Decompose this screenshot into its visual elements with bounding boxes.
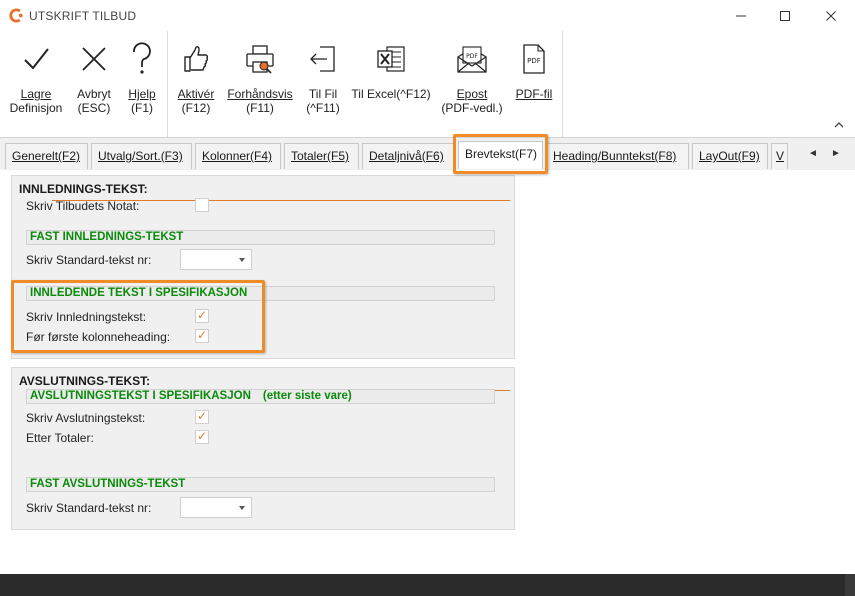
svg-text:PDF: PDF [527, 57, 541, 65]
activate-label-line1: Aktivér [177, 87, 215, 101]
preview-label-line1: Forhåndsvis [227, 87, 293, 101]
tab-overflow[interactable]: V [771, 143, 788, 169]
chevron-down-icon [239, 258, 245, 262]
email-label-line2: (PDF-vedl.) [441, 101, 503, 115]
checkmark-icon: ✓ [197, 429, 208, 443]
svg-text:PDF: PDF [466, 53, 478, 60]
tab-layout[interactable]: LayOut(F9) [692, 143, 768, 169]
email-label-line1: Epost [456, 87, 488, 101]
tab-label: Kolonner(F4) [202, 149, 273, 163]
innledning-std-label: Skriv Standard-tekst nr: [26, 253, 152, 267]
excel-icon [377, 46, 405, 72]
ribbon-separator [167, 31, 168, 137]
to-excel-button[interactable]: Til Excel(^F12) [351, 37, 431, 101]
ribbon-separator [562, 31, 563, 137]
tab-label: Generelt(F2) [12, 149, 81, 163]
triangle-left-icon: ◄ [808, 148, 818, 159]
ribbon-toolbar: Lagre Definisjon Avbryt (ESC) Hjelp (F1) Ak… [0, 31, 855, 137]
tab-label: V [776, 149, 785, 163]
avslutning-spes-note: (etter siste vare) [262, 390, 352, 402]
window-title: UTSKRIFT TILBUD [29, 9, 137, 23]
avslutning-spes-header: AVSLUTNINGSTEKST I SPESIFIKASJON (etter s… [26, 389, 495, 404]
save-label-line2: Definisjon [9, 101, 63, 115]
tab-strip: Generelt(F2) Utvalg/Sort.(F3) Kolonner(F… [0, 137, 855, 170]
help-button[interactable]: Hjelp (F1) [124, 37, 160, 115]
skriv-avslutning-checkbox[interactable]: ✓ [195, 409, 209, 424]
close-icon [826, 11, 836, 21]
app-logo-icon [9, 8, 23, 23]
maximize-icon [780, 11, 790, 21]
maximize-button[interactable] [762, 2, 808, 30]
spesifikasjon-highlight [11, 280, 265, 353]
innledning-std-dropdown[interactable] [180, 249, 252, 270]
minimize-button[interactable] [718, 2, 764, 30]
to-file-button[interactable]: Til Fil (^F11) [300, 37, 346, 115]
cancel-label-line1: Avbryt [77, 87, 111, 101]
checkmark-icon: ✓ [197, 409, 208, 423]
save-definition-button[interactable]: Lagre Definisjon [6, 37, 66, 115]
pdf-email-icon: PDF [457, 46, 487, 73]
to-file-label-line2: (^F11) [306, 101, 340, 115]
avslutning-std-dropdown[interactable] [180, 497, 252, 518]
etter-totaler-checkbox[interactable]: ✓ [195, 429, 209, 444]
title-bar: UTSKRIFT TILBUD [0, 0, 855, 31]
fast-innledning-header: FAST INNLEDNINGS-TEKST [26, 230, 495, 245]
minimize-icon [736, 15, 746, 17]
fast-avslutning-header: FAST AVSLUTNINGS-TEKST [26, 477, 495, 492]
avslutning-title: AVSLUTNINGS-TEKST: [19, 374, 151, 388]
status-bar-edge [845, 574, 855, 596]
x-icon [82, 47, 106, 71]
tab-kolonner[interactable]: Kolonner(F4) [195, 143, 281, 169]
avslutning-std-label: Skriv Standard-tekst nr: [26, 501, 152, 515]
avslutning-spes-title: AVSLUTNINGSTEKST I SPESIFIKASJON [30, 390, 251, 402]
tab-generelt[interactable]: Generelt(F2) [5, 143, 88, 169]
activate-label-line2: (F12) [181, 101, 211, 115]
notat-label: Skriv Tilbudets Notat: [26, 199, 140, 213]
tab-label: Totaler(F5) [291, 149, 350, 163]
to-file-label-line1: Til Fil [308, 87, 338, 101]
ribbon-collapse-button[interactable] [833, 119, 847, 131]
help-label-line2: (F1) [131, 101, 153, 115]
pdf-file-icon: PDF [523, 44, 545, 74]
tab-utvalg[interactable]: Utvalg/Sort.(F3) [91, 143, 192, 169]
pdf-file-label: PDF-fil [515, 87, 553, 101]
tab-totaler[interactable]: Totaler(F5) [284, 143, 359, 169]
pdf-file-button[interactable]: PDF PDF-fil [511, 37, 557, 101]
tab-scroll-left-button[interactable]: ◄ [806, 147, 820, 161]
tab-detaljniva[interactable]: Detaljnivå(F6) [362, 143, 455, 169]
printer-preview-icon [246, 45, 274, 74]
to-excel-label: Til Excel(^F12) [351, 87, 431, 101]
save-label-line1: Lagre [20, 87, 52, 101]
tab-heading-bunntekst[interactable]: Heading/Bunntekst(F8) [546, 143, 689, 169]
tab-label: LayOut(F9) [699, 149, 760, 163]
thumbs-up-icon [184, 46, 209, 72]
tab-label: Utvalg/Sort.(F3) [98, 149, 183, 163]
cancel-button[interactable]: Avbryt (ESC) [72, 37, 116, 115]
help-label-line1: Hjelp [128, 87, 156, 101]
innledning-title: INNLEDNINGS-TEKST: [19, 182, 148, 196]
close-button[interactable] [808, 2, 854, 30]
chevron-up-icon [834, 122, 844, 128]
triangle-right-icon: ► [831, 148, 841, 159]
skriv-avslutning-label: Skriv Avslutningstekst: [26, 411, 146, 425]
tab-content: INNLEDNINGS-TEKST: Skriv Tilbudets Notat… [0, 170, 855, 574]
tab-scroll-right-button[interactable]: ► [829, 147, 843, 161]
preview-label-line2: (F11) [246, 101, 274, 115]
avslutning-panel: AVSLUTNINGS-TEKST: AVSLUTNINGSTEKST I SP… [11, 367, 515, 530]
notat-checkbox[interactable] [195, 198, 209, 212]
checkmark-icon [24, 48, 49, 70]
tab-label: Detaljnivå(F6) [369, 149, 444, 163]
email-pdf-button[interactable]: PDF Epost (PDF-vedl.) [440, 37, 504, 115]
chevron-down-icon [239, 506, 245, 510]
activate-button[interactable]: Aktivér (F12) [172, 37, 220, 115]
status-bar [0, 574, 855, 596]
question-icon [133, 42, 151, 74]
export-file-icon [310, 46, 335, 72]
etter-totaler-label: Etter Totaler: [26, 431, 94, 445]
cancel-label-line2: (ESC) [77, 101, 111, 115]
active-tab-highlight [453, 134, 548, 174]
preview-button[interactable]: Forhåndsvis (F11) [226, 37, 294, 115]
tab-label: Heading/Bunntekst(F8) [553, 149, 677, 163]
